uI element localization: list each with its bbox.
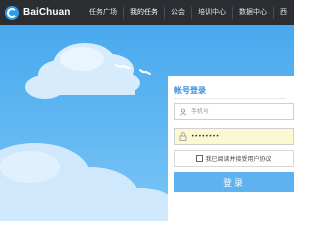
login-title: 帐号登录 — [174, 86, 286, 99]
main-nav: 任务广场 我的任务 公会 培训中心 数据中心 西 — [83, 0, 293, 25]
login-panel: 帐号登录 我已阅读并接受用户协议 登录 — [168, 76, 294, 221]
baichuan-logo-icon — [5, 5, 19, 20]
top-navbar: BaiChuan 任务广场 我的任务 公会 培训中心 数据中心 西 — [0, 0, 294, 25]
agreement-checkbox[interactable] — [196, 155, 204, 162]
login-button[interactable]: 登录 — [174, 172, 294, 192]
sky-background: 帐号登录 我已阅读并接受用户协议 登录 jingyan.baidu.com — [0, 25, 294, 221]
nav-item-more[interactable]: 西 — [274, 0, 293, 25]
phone-field[interactable] — [174, 103, 294, 120]
user-icon — [175, 104, 191, 119]
watermark-text: jingyan.baidu.com — [200, 207, 265, 215]
agreement-checkbox-row[interactable]: 我已阅读并接受用户协议 — [174, 150, 294, 167]
phone-input[interactable] — [191, 108, 289, 115]
password-field[interactable] — [174, 128, 294, 145]
nav-item-guild[interactable]: 公会 — [165, 0, 191, 25]
logo-text: BaiChuan — [23, 7, 71, 18]
agreement-label: 我已阅读并接受用户协议 — [205, 156, 272, 163]
lock-icon — [175, 129, 191, 144]
logo[interactable]: BaiChuan — [5, 5, 77, 20]
nav-item-data-center[interactable]: 数据中心 — [233, 0, 273, 25]
nav-item-task-square[interactable]: 任务广场 — [83, 0, 123, 25]
nav-item-my-tasks[interactable]: 我的任务 — [124, 0, 164, 25]
password-input[interactable] — [191, 133, 289, 140]
nav-item-training-center[interactable]: 培训中心 — [192, 0, 232, 25]
